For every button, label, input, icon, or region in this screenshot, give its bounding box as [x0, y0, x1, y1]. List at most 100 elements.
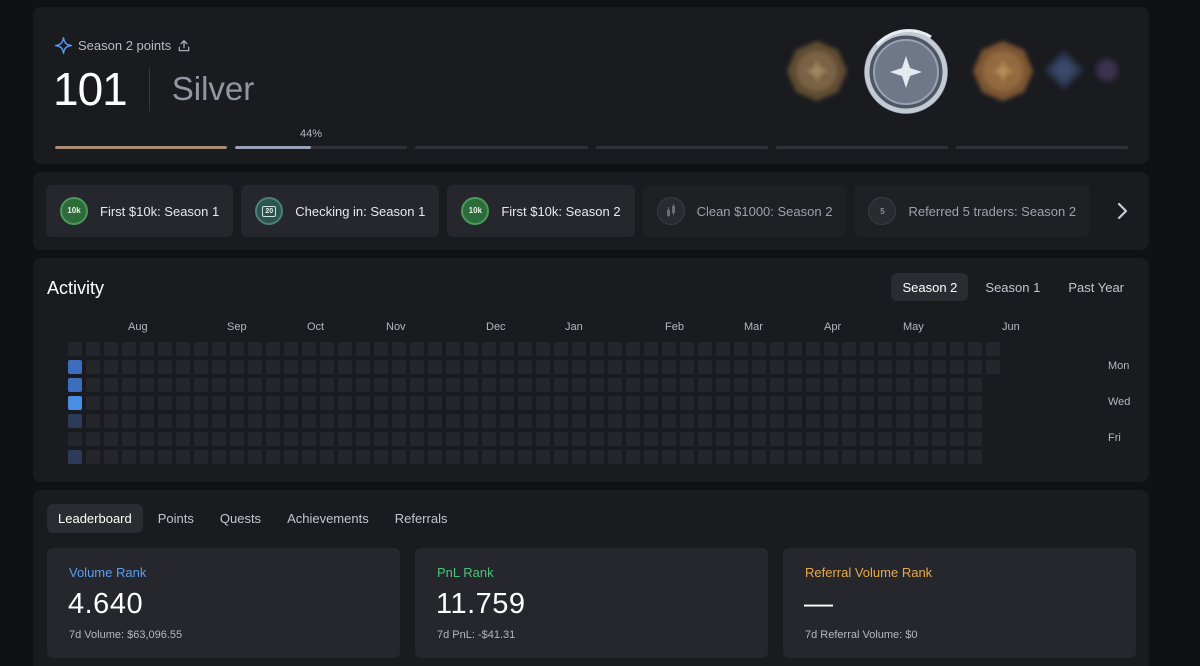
activity-cell[interactable]	[662, 378, 676, 392]
activity-cell[interactable]	[212, 360, 226, 374]
activity-cell[interactable]	[122, 360, 136, 374]
activity-cell[interactable]	[302, 342, 316, 356]
activity-cell[interactable]	[392, 450, 406, 464]
activity-cell[interactable]	[230, 378, 244, 392]
activity-cell[interactable]	[716, 450, 730, 464]
activity-cell[interactable]	[914, 360, 928, 374]
activity-cell[interactable]	[896, 360, 910, 374]
activity-cell[interactable]	[464, 396, 478, 410]
activity-cell[interactable]	[212, 414, 226, 428]
activity-cell[interactable]	[140, 432, 154, 446]
activity-cell[interactable]	[932, 450, 946, 464]
achievement-card[interactable]: 10k First $10k: Season 2	[447, 185, 635, 237]
activity-cell[interactable]	[968, 378, 982, 392]
activity-cell[interactable]	[734, 414, 748, 428]
activity-cell[interactable]	[176, 414, 190, 428]
activity-cell[interactable]	[680, 360, 694, 374]
activity-cell[interactable]	[680, 396, 694, 410]
activity-cell[interactable]	[482, 396, 496, 410]
activity-cell[interactable]	[320, 396, 334, 410]
activity-cell[interactable]	[266, 414, 280, 428]
activity-cell[interactable]	[194, 342, 208, 356]
activity-cell[interactable]	[500, 414, 514, 428]
activity-cell[interactable]	[860, 450, 874, 464]
activity-cell[interactable]	[176, 360, 190, 374]
activity-cell[interactable]	[68, 414, 82, 428]
achievement-card[interactable]: 20 Checking in: Season 1	[241, 185, 440, 237]
activity-cell[interactable]	[770, 414, 784, 428]
activity-cell[interactable]	[626, 450, 640, 464]
activity-cell[interactable]	[410, 360, 424, 374]
activity-cell[interactable]	[608, 360, 622, 374]
activity-cell[interactable]	[446, 414, 460, 428]
activity-cell[interactable]	[446, 378, 460, 392]
activity-cell[interactable]	[122, 450, 136, 464]
activity-cell[interactable]	[914, 432, 928, 446]
achievement-card[interactable]: Clean $1000: Season 2	[642, 185, 847, 237]
activity-cell[interactable]	[248, 360, 262, 374]
activity-cell[interactable]	[500, 450, 514, 464]
leaderboard-tab[interactable]: Quests	[209, 504, 272, 533]
activity-cell[interactable]	[950, 450, 964, 464]
activity-cell[interactable]	[698, 378, 712, 392]
activity-cell[interactable]	[446, 360, 460, 374]
activity-cell[interactable]	[356, 360, 370, 374]
activity-cell[interactable]	[284, 432, 298, 446]
activity-cell[interactable]	[518, 450, 532, 464]
activity-cell[interactable]	[464, 378, 478, 392]
activity-cell[interactable]	[860, 396, 874, 410]
activity-cell[interactable]	[914, 378, 928, 392]
activity-cell[interactable]	[104, 432, 118, 446]
activity-cell[interactable]	[302, 450, 316, 464]
activity-cell[interactable]	[338, 360, 352, 374]
activity-cell[interactable]	[500, 432, 514, 446]
activity-cell[interactable]	[266, 360, 280, 374]
activity-cell[interactable]	[968, 342, 982, 356]
activity-cell[interactable]	[302, 432, 316, 446]
activity-cell[interactable]	[320, 378, 334, 392]
activity-cell[interactable]	[788, 450, 802, 464]
activity-cell[interactable]	[824, 396, 838, 410]
activity-cell[interactable]	[320, 414, 334, 428]
activity-cell[interactable]	[824, 360, 838, 374]
activity-cell[interactable]	[248, 396, 262, 410]
activity-cell[interactable]	[590, 396, 604, 410]
activity-cell[interactable]	[140, 342, 154, 356]
activity-cell[interactable]	[212, 432, 226, 446]
activity-tab[interactable]: Season 1	[974, 273, 1051, 301]
activity-cell[interactable]	[608, 396, 622, 410]
activity-cell[interactable]	[968, 360, 982, 374]
activity-cell[interactable]	[878, 450, 892, 464]
activity-cell[interactable]	[662, 414, 676, 428]
activity-cell[interactable]	[230, 396, 244, 410]
activity-cell[interactable]	[392, 342, 406, 356]
activity-cell[interactable]	[950, 396, 964, 410]
activity-cell[interactable]	[626, 396, 640, 410]
activity-cell[interactable]	[176, 342, 190, 356]
activity-cell[interactable]	[698, 360, 712, 374]
activity-cell[interactable]	[770, 342, 784, 356]
activity-cell[interactable]	[68, 432, 82, 446]
activity-cell[interactable]	[374, 360, 388, 374]
activity-cell[interactable]	[842, 450, 856, 464]
activity-cell[interactable]	[428, 414, 442, 428]
activity-cell[interactable]	[230, 360, 244, 374]
activity-cell[interactable]	[824, 432, 838, 446]
activity-cell[interactable]	[392, 396, 406, 410]
activity-cell[interactable]	[806, 432, 820, 446]
scroll-next-button[interactable]	[1097, 185, 1149, 237]
activity-cell[interactable]	[788, 378, 802, 392]
activity-cell[interactable]	[608, 378, 622, 392]
activity-cell[interactable]	[338, 396, 352, 410]
activity-cell[interactable]	[824, 342, 838, 356]
activity-cell[interactable]	[986, 360, 1000, 374]
activity-cell[interactable]	[428, 342, 442, 356]
activity-cell[interactable]	[446, 450, 460, 464]
activity-cell[interactable]	[590, 450, 604, 464]
activity-cell[interactable]	[338, 414, 352, 428]
activity-cell[interactable]	[752, 360, 766, 374]
activity-cell[interactable]	[536, 432, 550, 446]
activity-cell[interactable]	[212, 396, 226, 410]
activity-cell[interactable]	[644, 432, 658, 446]
activity-cell[interactable]	[302, 414, 316, 428]
